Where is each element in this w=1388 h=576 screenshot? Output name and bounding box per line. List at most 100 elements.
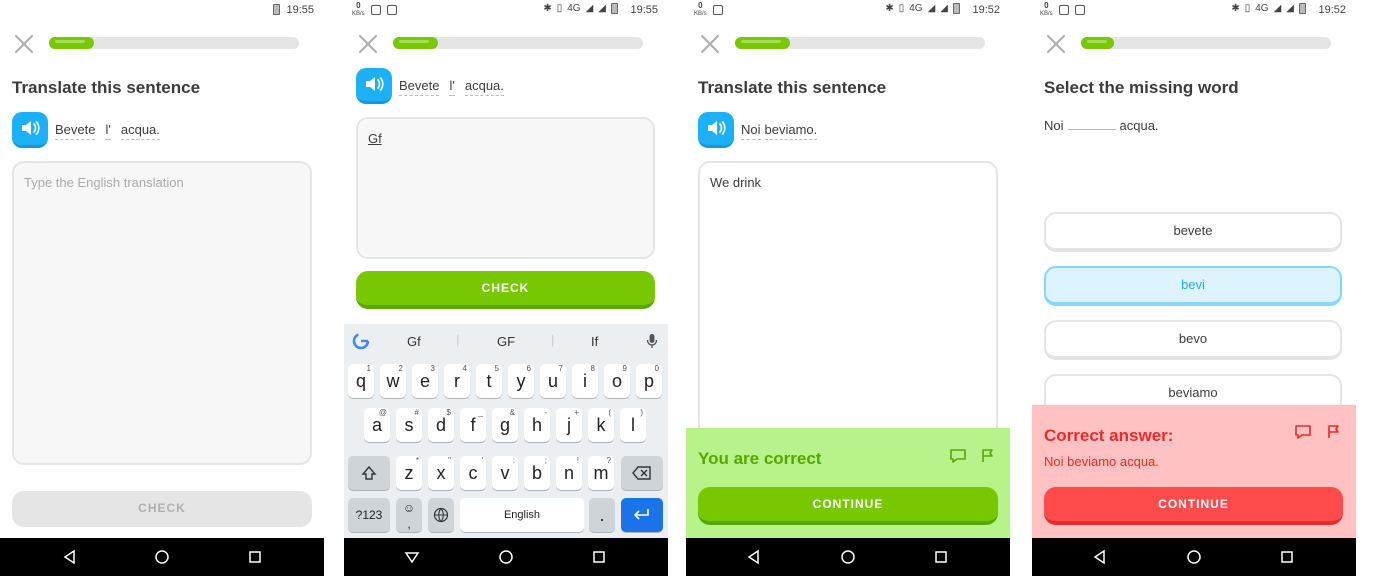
word-token[interactable]: beviamo.	[764, 122, 818, 140]
space-key[interactable]: English	[460, 498, 584, 532]
key-b[interactable]: b;	[524, 456, 550, 490]
signal-4g: 4G	[1255, 3, 1269, 14]
translation-input[interactable]: Gf	[356, 117, 655, 259]
choice-option-selected[interactable]: bevi	[1044, 266, 1342, 306]
symbols-key[interactable]: ?123	[348, 498, 390, 532]
report-flag-icon[interactable]	[1326, 423, 1342, 439]
bluetooth-icon: ✱	[1231, 3, 1240, 14]
speaker-icon	[366, 77, 384, 91]
suggestion-item[interactable]: If	[591, 334, 598, 349]
recents-icon[interactable]	[1279, 549, 1295, 565]
home-icon[interactable]	[154, 549, 170, 565]
net-speed: 0 KB/s	[694, 1, 707, 18]
translation-input[interactable]: Type the English translation	[12, 161, 312, 465]
emoji-comma-key[interactable]: ☺,	[396, 498, 422, 532]
word-token[interactable]: l'	[105, 122, 111, 140]
battery-icon	[611, 3, 618, 14]
sentence-before: Noi	[1044, 118, 1064, 133]
signal-icon: ◢	[927, 3, 936, 14]
speaker-button[interactable]	[698, 112, 734, 148]
key-y[interactable]: y6	[508, 364, 534, 398]
battery-icon	[1299, 3, 1306, 14]
comment-icon[interactable]	[1294, 424, 1312, 440]
back-icon[interactable]	[746, 549, 762, 565]
status-icons: ✱ ▯ 4G ◢ ◢	[1231, 3, 1306, 14]
key-d[interactable]: d $	[428, 408, 454, 442]
key-w[interactable]: w2	[380, 364, 406, 398]
battery-icon	[953, 3, 960, 14]
key-i[interactable]: i8	[572, 364, 598, 398]
key-z[interactable]: z *	[396, 456, 422, 490]
recents-icon[interactable]	[933, 549, 949, 565]
backspace-key[interactable]	[621, 456, 663, 490]
blank-slot	[1067, 129, 1116, 130]
net-speed: 0 KB/s	[1040, 1, 1053, 18]
translation-input[interactable]: We drink	[698, 161, 998, 441]
key-m[interactable]: m?	[588, 456, 614, 490]
recents-icon[interactable]	[591, 549, 607, 565]
choice-option[interactable]: bevo	[1044, 320, 1342, 360]
choice-option[interactable]: bevete	[1044, 212, 1342, 252]
word-token[interactable]: Bevete	[399, 78, 440, 96]
key-r[interactable]: r4	[444, 364, 470, 398]
check-button[interactable]: CHECK	[12, 491, 312, 527]
check-button[interactable]: CHECK	[356, 271, 655, 309]
close-icon[interactable]	[14, 34, 34, 54]
key-x[interactable]: x "	[428, 456, 454, 490]
report-flag-icon[interactable]	[980, 447, 996, 463]
key-n[interactable]: n!	[556, 456, 582, 490]
speaker-button[interactable]	[356, 68, 392, 104]
close-icon[interactable]	[1046, 34, 1066, 54]
vibrate-icon: ▯	[556, 3, 563, 14]
sentence-after: acqua.	[1119, 118, 1159, 133]
enter-key[interactable]	[621, 498, 663, 532]
close-icon[interactable]	[358, 34, 378, 54]
continue-button[interactable]: CONTINUE	[1044, 487, 1343, 525]
key-v[interactable]: v:	[492, 456, 518, 490]
home-icon[interactable]	[498, 549, 514, 565]
key-q[interactable]: q1	[348, 364, 374, 398]
key-h[interactable]: h-	[524, 408, 550, 442]
mic-icon[interactable]	[646, 333, 658, 349]
signal-4g: 4G	[909, 3, 923, 14]
word-token[interactable]: Bevete	[55, 122, 96, 140]
language-key[interactable]	[428, 498, 454, 532]
globe-icon	[433, 507, 449, 523]
suggestion-item[interactable]: Gf	[407, 334, 421, 349]
key-s[interactable]: s #	[396, 408, 422, 442]
key-o[interactable]: o9	[604, 364, 630, 398]
word-token[interactable]: Noi	[741, 122, 761, 140]
key-t[interactable]: t5	[476, 364, 502, 398]
back-icon[interactable]	[1092, 549, 1108, 565]
shift-key[interactable]	[348, 456, 390, 490]
key-l[interactable]: l)	[620, 408, 646, 442]
word-token[interactable]: acqua.	[464, 78, 504, 96]
word-token[interactable]: l'	[449, 78, 455, 96]
key-k[interactable]: k(	[588, 408, 614, 442]
hide-keyboard-icon[interactable]	[404, 549, 420, 565]
key-f[interactable]: f _	[460, 408, 486, 442]
speaker-button[interactable]	[12, 112, 48, 148]
comment-icon[interactable]	[949, 448, 967, 464]
app-icon	[712, 5, 723, 15]
recents-icon[interactable]	[247, 549, 263, 565]
period-key[interactable]: .	[589, 498, 615, 532]
google-icon[interactable]	[352, 332, 370, 350]
key-u[interactable]: u7	[540, 364, 566, 398]
key-p[interactable]: p0	[636, 364, 662, 398]
key-a[interactable]: a @	[364, 408, 390, 442]
home-icon[interactable]	[1186, 549, 1202, 565]
back-icon[interactable]	[62, 549, 78, 565]
home-icon[interactable]	[840, 549, 856, 565]
word-token[interactable]: acqua.	[120, 122, 160, 140]
status-bar: 0 KB/s ✱ ▯ 4G ◢ ◢ 19:52	[686, 0, 1010, 20]
fill-in-sentence: Noi acqua.	[1044, 118, 1159, 133]
screen-translate-empty: 19:55 Translate this sentence Bevete l' …	[0, 0, 324, 576]
key-g[interactable]: g &	[492, 408, 518, 442]
key-e[interactable]: e3	[412, 364, 438, 398]
continue-button[interactable]: CONTINUE	[698, 487, 998, 525]
close-icon[interactable]	[700, 34, 720, 54]
key-c[interactable]: c '	[460, 456, 486, 490]
key-j[interactable]: j +	[556, 408, 582, 442]
suggestion-item[interactable]: GF	[497, 334, 515, 349]
